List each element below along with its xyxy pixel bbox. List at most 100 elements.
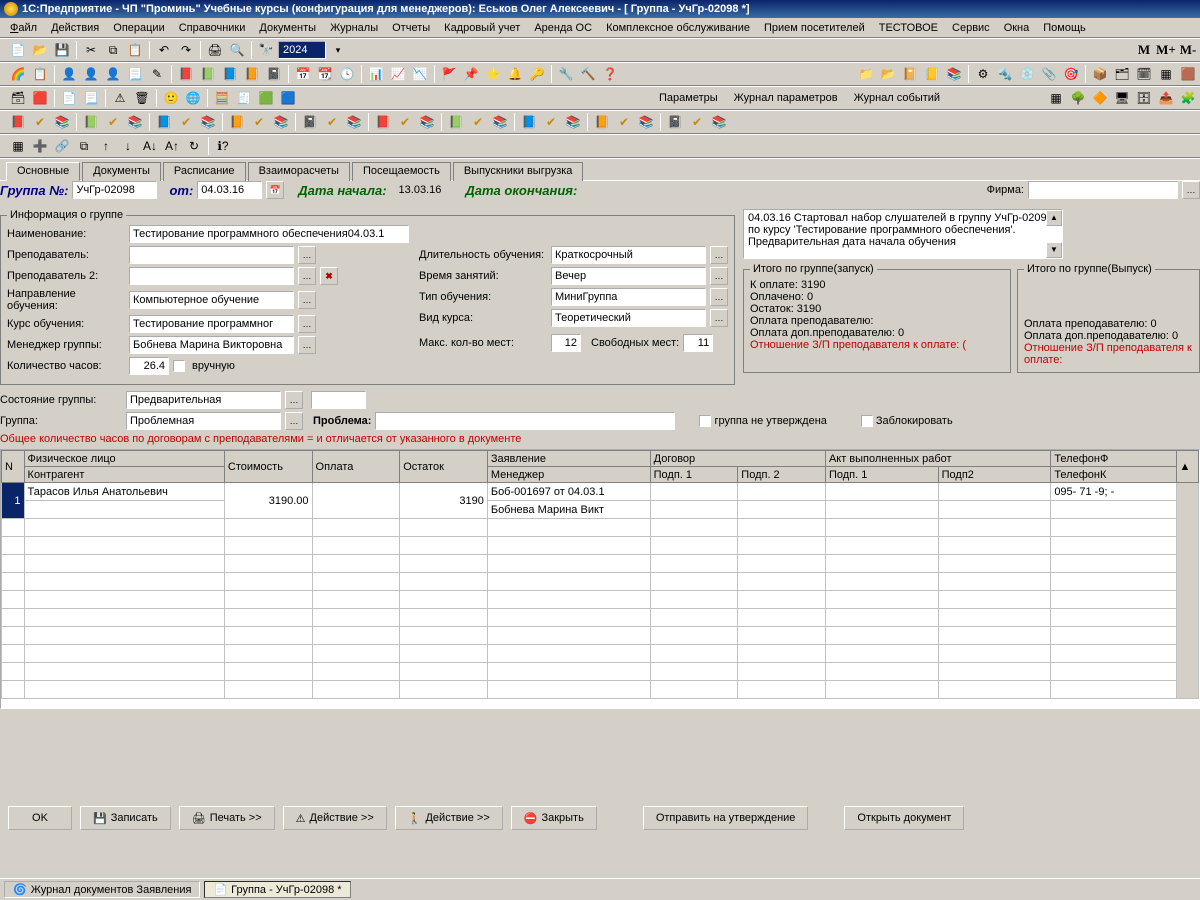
tab-settlements[interactable]: Взаиморасчеты (248, 162, 350, 181)
table-row[interactable]: 1 Тарасов Илья Анатольевич 3190.00 3190 … (2, 483, 1199, 501)
sort-desc-icon[interactable]: A↑ (162, 136, 182, 156)
preview-icon[interactable]: 🔍 (227, 40, 247, 60)
chk8-icon[interactable]: ✔ (541, 112, 561, 132)
firm-input[interactable] (1028, 181, 1178, 199)
stack7-icon[interactable]: 📚 (490, 112, 510, 132)
menu-help[interactable]: Помощь (1037, 20, 1092, 36)
tree-a-icon[interactable]: 🟩 (256, 88, 276, 108)
help-icon[interactable]: ❓ (600, 64, 620, 84)
misc-icon[interactable]: 🧩 (1178, 88, 1198, 108)
teacher2-input[interactable] (129, 267, 294, 285)
row-add-icon[interactable]: ➕ (30, 136, 50, 156)
disk-icon[interactable]: 💿 (1017, 64, 1037, 84)
chk5-icon[interactable]: ✔ (322, 112, 342, 132)
stack6-icon[interactable]: 📚 (417, 112, 437, 132)
book-c-icon[interactable]: 📚 (944, 64, 964, 84)
col-app[interactable]: Заявление (487, 451, 650, 467)
table-row[interactable] (2, 663, 1199, 681)
clock-icon[interactable]: 🕓 (337, 64, 357, 84)
up-icon[interactable]: ↑ (96, 136, 116, 156)
chk9-icon[interactable]: ✔ (614, 112, 634, 132)
menu-journals[interactable]: Журналы (324, 20, 384, 36)
paste-icon[interactable]: 📋 (125, 40, 145, 60)
pin-icon[interactable]: 📌 (461, 64, 481, 84)
down-icon[interactable]: ↓ (118, 136, 138, 156)
table-row[interactable] (2, 537, 1199, 555)
not-approved-checkbox[interactable] (699, 415, 711, 427)
tree-icon[interactable]: 🌳 (1068, 88, 1088, 108)
students-grid[interactable]: N Физическое лицо Стоимость Оплата Остат… (0, 449, 1200, 709)
kind-input[interactable] (551, 309, 706, 327)
calendar-2-icon[interactable]: 📆 (315, 64, 335, 84)
tab-attendance[interactable]: Посещаемость (352, 162, 451, 181)
wrench-icon[interactable]: 🔩 (995, 64, 1015, 84)
task-group-active[interactable]: 📄Группа - УчГр-02098 * (204, 881, 350, 898)
menu-documents[interactable]: Документы (253, 20, 322, 36)
lock-checkbox[interactable] (861, 415, 873, 427)
max-input[interactable] (551, 334, 581, 352)
stack1-icon[interactable]: 📚 (52, 112, 72, 132)
chart-1-icon[interactable]: 📊 (366, 64, 386, 84)
kind-picker[interactable]: … (710, 309, 728, 327)
bk3-icon[interactable]: 📘 (154, 112, 174, 132)
direction-picker[interactable]: … (298, 291, 316, 309)
bk10-icon[interactable]: 📓 (665, 112, 685, 132)
stack5-icon[interactable]: 📚 (344, 112, 364, 132)
firm-picker[interactable]: … (1182, 181, 1200, 199)
table-row[interactable]: Бобнева Марина Викт (2, 501, 1199, 519)
m-minus-button[interactable]: M- (1178, 40, 1198, 60)
book-b-icon[interactable]: 📒 (922, 64, 942, 84)
col-rest[interactable]: Остаток (400, 451, 488, 483)
m-plus-button[interactable]: M+ (1156, 40, 1176, 60)
book-1-icon[interactable]: 📕 (176, 64, 196, 84)
type-picker[interactable]: … (710, 288, 728, 306)
sign-icon[interactable]: ⚠ (110, 88, 130, 108)
calendar-1-icon[interactable]: 📅 (293, 64, 313, 84)
tab-main[interactable]: Основные (6, 162, 80, 181)
tool-2-icon[interactable]: 🔨 (578, 64, 598, 84)
person-green-icon[interactable]: 👤 (103, 64, 123, 84)
table-row[interactable] (2, 519, 1199, 537)
window-1-icon[interactable]: ▦ (1046, 88, 1066, 108)
chk3-icon[interactable]: ✔ (176, 112, 196, 132)
time-input[interactable] (551, 267, 706, 285)
chart-3-icon[interactable]: 📉 (410, 64, 430, 84)
monitor-icon[interactable]: 🖥 (1112, 88, 1132, 108)
notes-scroll-down-icon[interactable]: ▼ (1046, 242, 1062, 258)
from-date-picker[interactable]: 📅 (266, 181, 284, 199)
from-date-input[interactable] (197, 181, 262, 199)
grid-btn-icon[interactable]: ▦ (8, 136, 28, 156)
duration-input[interactable] (551, 246, 706, 264)
send-approve-button[interactable]: Отправить на утверждение (643, 806, 809, 830)
folder-blue-icon[interactable]: 📁 (856, 64, 876, 84)
col-manager[interactable]: Менеджер (487, 467, 650, 483)
copy-row-icon[interactable]: ⧉ (74, 136, 94, 156)
table-icon[interactable]: 🗓 (1134, 64, 1154, 84)
tab-graduates[interactable]: Выпускники выгрузка (453, 162, 584, 181)
menu-test[interactable]: ТЕСТОВОЕ (873, 20, 944, 36)
link-icon[interactable]: 🔗 (52, 136, 72, 156)
bk1-icon[interactable]: 📕 (8, 112, 28, 132)
key-icon[interactable]: 🔑 (527, 64, 547, 84)
chk2-icon[interactable]: ✔ (103, 112, 123, 132)
teacher2-clear-icon[interactable]: ✖ (320, 267, 338, 285)
notes-box[interactable]: 04.03.16 Стартовал набор слушателей в гр… (743, 209, 1063, 259)
refresh-icon[interactable]: ↻ (184, 136, 204, 156)
col-contract[interactable]: Договор (650, 451, 825, 467)
book-3-icon[interactable]: 📘 (220, 64, 240, 84)
menu-hr[interactable]: Кадровый учет (438, 20, 526, 36)
menu-rent[interactable]: Аренда ОС (528, 20, 598, 36)
teacher-input[interactable] (129, 246, 294, 264)
type-input[interactable] (551, 288, 706, 306)
col-phone-k[interactable]: ТелефонК (1051, 467, 1176, 483)
undo-icon[interactable]: ↶ (154, 40, 174, 60)
teacher-picker[interactable]: … (298, 246, 316, 264)
cut-icon[interactable]: ✂ (81, 40, 101, 60)
copy-icon[interactable]: ⧉ (103, 40, 123, 60)
open-doc-button[interactable]: Открыть документ (844, 806, 964, 830)
table-row[interactable] (2, 681, 1199, 699)
direction-input[interactable] (129, 291, 294, 309)
save-button[interactable]: 💾Записать (80, 806, 171, 830)
col-contragent[interactable]: Контрагент (24, 467, 224, 483)
table-row[interactable] (2, 627, 1199, 645)
